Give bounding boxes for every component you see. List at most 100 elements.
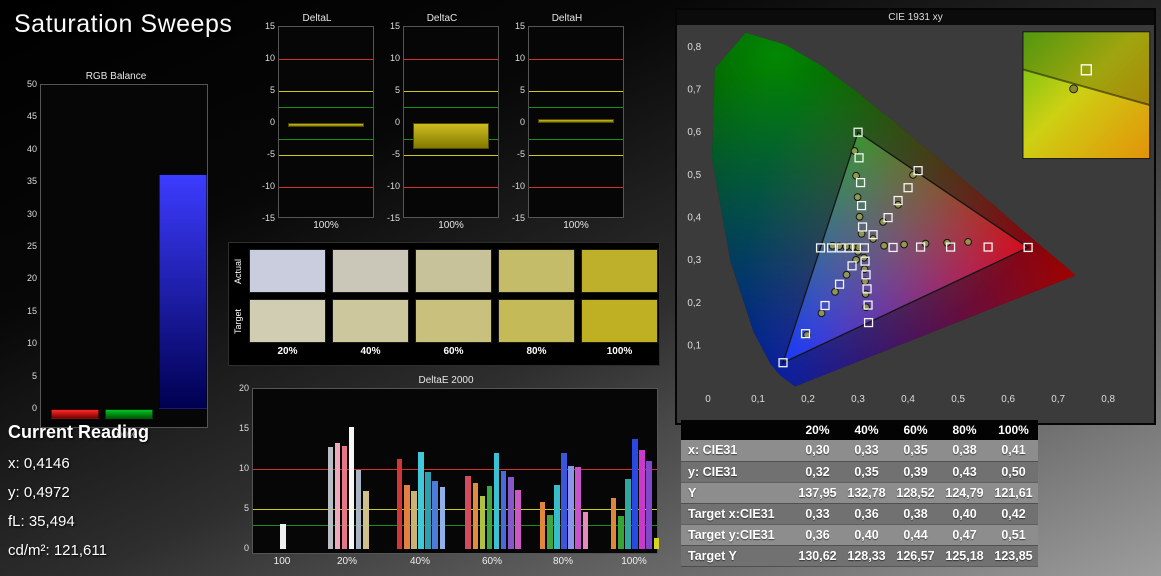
swatch-col-label: 60% [443,346,464,357]
delta-e-bar [632,439,638,549]
delta-e-bar [465,476,471,549]
table-cell: 137,95 [793,482,842,504]
table-cell: 0,30 [793,440,842,462]
table-cell: 126,57 [891,545,940,567]
cie-zoom-inset [1022,31,1151,160]
threshold-line [279,59,373,60]
delta-e-y-tick: 5 [243,503,249,513]
delta-c-y-axis: 15 10 5 0 -5 -10 -15 [381,22,403,223]
threshold-line [279,91,373,92]
swatch-actual-100% [581,249,658,293]
delta-c-chart: DeltaC 15 10 5 0 -5 -10 -15 100% [381,12,503,231]
rgb-balance-chart: RGB Balance 50 45 40 35 30 25 20 15 10 5 0 100% [20,70,212,441]
swatch-target-60% [415,299,492,343]
table-row: Target Y 130,62 128,33 126,57 125,18 123,85 [681,545,1038,567]
swatch-col-label: 40% [360,346,381,357]
table-header-cell: 20% [793,420,842,440]
measurement-point [853,193,862,201]
cie-diagram: 0 0,1 0,2 0,3 0,4 0,5 0,6 0,7 0,8 0,8 0,7 0,6 0,5 0,4… [675,8,1156,425]
rgb-y-tick: 50 [26,79,37,89]
delta-c-plot [403,26,499,218]
swatch-target-20% [249,299,326,343]
threshold-line [404,91,498,92]
table-row-label: Y [681,482,793,504]
table-cell: 0,38 [940,440,989,462]
current-reading: Current Reading x: 0,4146 y: 0,4972 fL: … [8,422,149,571]
delta-y-tick: -15 [261,213,275,223]
table-cell: 0,39 [891,461,940,483]
delta-y-tick: -5 [266,149,275,159]
delta-e-bar [554,485,560,549]
delta-e-bar [618,516,624,549]
swatch-actual-60% [415,249,492,293]
delta-e-y-axis: 0 5 10 15 20 [228,384,252,554]
table-cell: 0,44 [891,524,940,546]
measurement-table: 20% 40% 60% 80% 100% x: CIE31 0,30 0,33 0,35 0,38… [681,420,1038,567]
delta-e-bar [432,481,438,549]
delta-y-tick: 10 [514,53,525,63]
cie-y-tick: 0,5 [687,170,701,181]
rgb-y-tick: 45 [26,111,37,122]
delta-y-tick: -10 [511,181,525,191]
rgb-bar-red [51,409,99,420]
current-reading-fl: fL: 35,494 [8,513,75,530]
cie-x-tick: 0,8 [1101,394,1115,405]
delta-e-bar [439,487,446,549]
table-cell: 0,35 [842,461,891,483]
delta-l-y-axis: 15 10 5 0 -5 -10 -15 [256,22,278,223]
delta-e-x-axis: 100 20% 40% 60% 80% 100% [252,554,658,570]
delta-value-bar [413,123,489,149]
delta-y-tick: 5 [269,85,275,95]
rgb-bar-green [105,409,153,420]
measurement-point [842,270,851,279]
table-row: Y 137,95 132,78 128,52 124,79 121,61 [681,482,1038,504]
measurement-point [855,212,864,221]
delta-e-bar [515,489,521,549]
delta-y-tick: 0 [269,117,275,127]
threshold-line [279,155,373,156]
delta-y-tick: -5 [391,149,400,159]
table-header-cell [681,420,793,440]
threshold-line [529,155,623,156]
delta-y-tick: 15 [264,21,275,31]
threshold-line [529,59,623,60]
table-cell: 0,35 [891,440,940,462]
swatch-grid: 20% 40% 60% 80% 100% [229,243,659,365]
delta-e-bar [493,453,500,549]
table-cell: 0,40 [940,503,989,525]
table-header-row: 20% 40% 60% 80% 100% [681,420,1038,440]
delta-e-bar [396,458,403,549]
delta-e-bar [341,445,348,549]
delta-e-bar [479,496,486,549]
table-row-label: x: CIE31 [681,440,793,462]
delta-e-bar [610,497,617,549]
delta-e-y-tick: 20 [238,383,249,393]
table-row: y: CIE31 0,32 0,35 0,39 0,43 0,50 [681,461,1038,483]
delta-e-bar [334,443,341,549]
swatch-col-label: 20% [277,346,298,357]
calibration-dashboard: Saturation Sweeps RGB Balance 50 45 40 35 30… [0,0,1161,576]
delta-e-title: DeltaE 2000 [418,375,474,386]
delta-e-bar [418,452,424,549]
table-cell: 0,36 [793,524,842,546]
delta-e-bar [355,469,362,549]
cie-y-tick: 0,7 [687,85,701,96]
delta-y-tick: 10 [389,53,400,63]
measurement-point [831,288,839,296]
rgb-y-tick: 5 [31,370,37,381]
table-cell: 0,32 [793,461,842,483]
table-cell: 0,40 [842,524,891,546]
cie-y-tick: 0,6 [687,127,701,138]
delta-e-bar [348,427,355,549]
table-row: Target y:CIE31 0,36 0,40 0,44 0,47 0,51 [681,524,1038,546]
table-cell: 128,33 [842,545,891,567]
delta-e-bar [568,465,574,549]
table-cell: 0,33 [842,440,891,462]
delta-e-x-label: 20% [336,556,357,567]
cie-x-tick: 0,3 [851,394,865,405]
cie-x-tick: 0,6 [1001,394,1015,405]
swatch-target-80% [498,299,575,343]
delta-e-bar [280,524,286,549]
table-header-cell: 40% [842,420,891,440]
delta-y-tick: 0 [519,117,525,127]
